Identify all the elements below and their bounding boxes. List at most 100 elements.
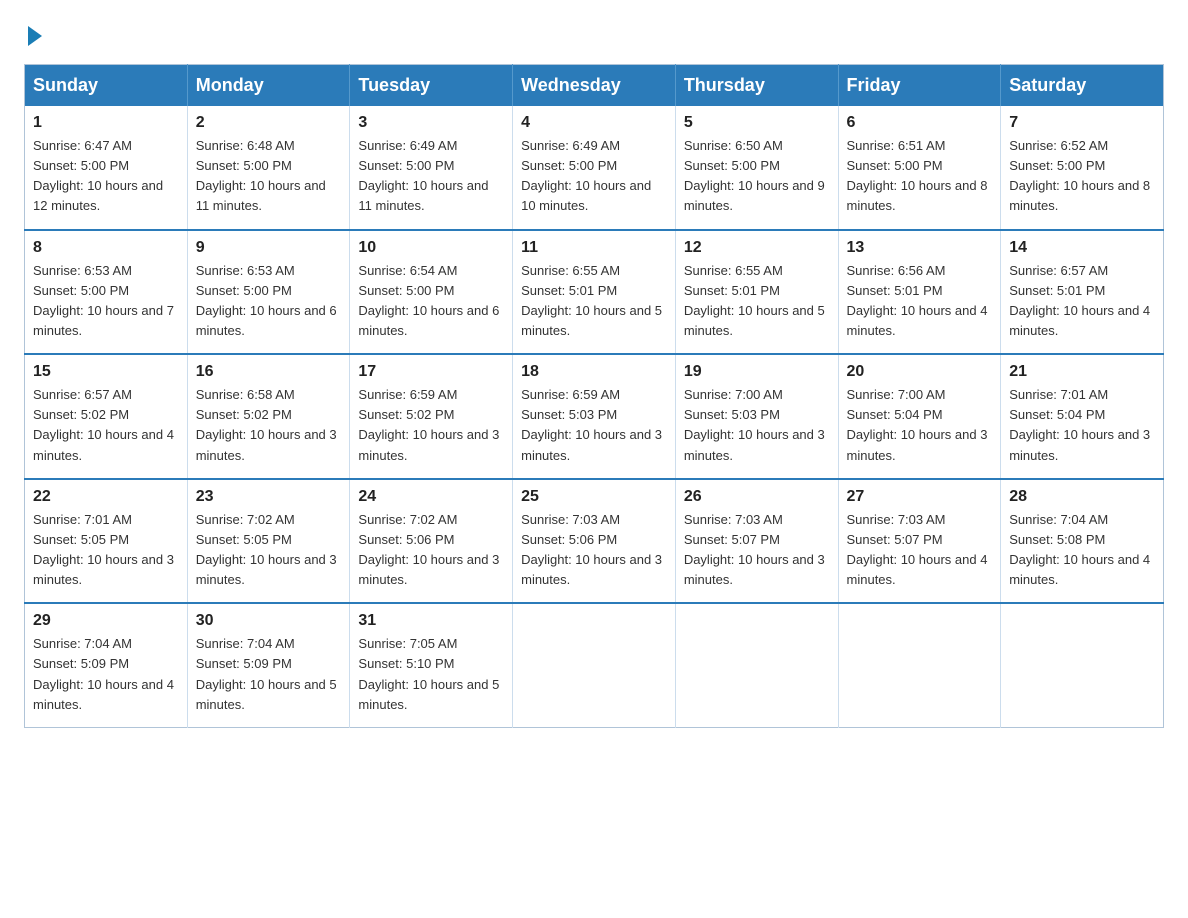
day-info: Sunrise: 7:03 AMSunset: 5:07 PMDaylight:…: [684, 510, 830, 591]
day-number: 10: [358, 239, 504, 257]
calendar-day-cell: 4 Sunrise: 6:49 AMSunset: 5:00 PMDayligh…: [513, 106, 676, 230]
day-number: 13: [847, 239, 993, 257]
calendar-day-cell: 18 Sunrise: 6:59 AMSunset: 5:03 PMDaylig…: [513, 354, 676, 479]
calendar-day-cell: [1001, 603, 1164, 727]
day-number: 25: [521, 488, 667, 506]
day-number: 22: [33, 488, 179, 506]
day-number: 26: [684, 488, 830, 506]
day-info: Sunrise: 6:55 AMSunset: 5:01 PMDaylight:…: [521, 261, 667, 342]
day-info: Sunrise: 6:55 AMSunset: 5:01 PMDaylight:…: [684, 261, 830, 342]
calendar-day-cell: 30 Sunrise: 7:04 AMSunset: 5:09 PMDaylig…: [187, 603, 350, 727]
day-info: Sunrise: 6:52 AMSunset: 5:00 PMDaylight:…: [1009, 136, 1155, 217]
day-info: Sunrise: 7:02 AMSunset: 5:05 PMDaylight:…: [196, 510, 342, 591]
day-info: Sunrise: 7:01 AMSunset: 5:05 PMDaylight:…: [33, 510, 179, 591]
day-info: Sunrise: 7:00 AMSunset: 5:03 PMDaylight:…: [684, 385, 830, 466]
day-info: Sunrise: 7:05 AMSunset: 5:10 PMDaylight:…: [358, 634, 504, 715]
calendar-header-row: SundayMondayTuesdayWednesdayThursdayFrid…: [25, 65, 1164, 107]
calendar-day-cell: [675, 603, 838, 727]
calendar-day-cell: [838, 603, 1001, 727]
calendar-day-cell: 25 Sunrise: 7:03 AMSunset: 5:06 PMDaylig…: [513, 479, 676, 604]
calendar-week-row: 1 Sunrise: 6:47 AMSunset: 5:00 PMDayligh…: [25, 106, 1164, 230]
day-info: Sunrise: 6:51 AMSunset: 5:00 PMDaylight:…: [847, 136, 993, 217]
day-number: 4: [521, 114, 667, 132]
day-number: 17: [358, 363, 504, 381]
calendar-day-cell: 22 Sunrise: 7:01 AMSunset: 5:05 PMDaylig…: [25, 479, 188, 604]
calendar-day-cell: 12 Sunrise: 6:55 AMSunset: 5:01 PMDaylig…: [675, 230, 838, 355]
calendar-day-cell: 31 Sunrise: 7:05 AMSunset: 5:10 PMDaylig…: [350, 603, 513, 727]
day-number: 29: [33, 612, 179, 630]
calendar-day-cell: 19 Sunrise: 7:00 AMSunset: 5:03 PMDaylig…: [675, 354, 838, 479]
day-info: Sunrise: 7:03 AMSunset: 5:06 PMDaylight:…: [521, 510, 667, 591]
day-info: Sunrise: 6:57 AMSunset: 5:02 PMDaylight:…: [33, 385, 179, 466]
day-number: 1: [33, 114, 179, 132]
calendar-day-cell: 9 Sunrise: 6:53 AMSunset: 5:00 PMDayligh…: [187, 230, 350, 355]
page-header: [24, 24, 1164, 44]
day-info: Sunrise: 6:53 AMSunset: 5:00 PMDaylight:…: [196, 261, 342, 342]
day-number: 3: [358, 114, 504, 132]
calendar-day-cell: 17 Sunrise: 6:59 AMSunset: 5:02 PMDaylig…: [350, 354, 513, 479]
calendar-day-cell: 27 Sunrise: 7:03 AMSunset: 5:07 PMDaylig…: [838, 479, 1001, 604]
calendar-day-cell: 1 Sunrise: 6:47 AMSunset: 5:00 PMDayligh…: [25, 106, 188, 230]
calendar-day-cell: 11 Sunrise: 6:55 AMSunset: 5:01 PMDaylig…: [513, 230, 676, 355]
day-info: Sunrise: 6:48 AMSunset: 5:00 PMDaylight:…: [196, 136, 342, 217]
weekday-header-monday: Monday: [187, 65, 350, 107]
logo: [24, 24, 42, 44]
calendar-week-row: 8 Sunrise: 6:53 AMSunset: 5:00 PMDayligh…: [25, 230, 1164, 355]
day-number: 23: [196, 488, 342, 506]
calendar-day-cell: 14 Sunrise: 6:57 AMSunset: 5:01 PMDaylig…: [1001, 230, 1164, 355]
calendar-day-cell: 2 Sunrise: 6:48 AMSunset: 5:00 PMDayligh…: [187, 106, 350, 230]
day-number: 6: [847, 114, 993, 132]
day-number: 14: [1009, 239, 1155, 257]
day-number: 11: [521, 239, 667, 257]
weekday-header-tuesday: Tuesday: [350, 65, 513, 107]
weekday-header-wednesday: Wednesday: [513, 65, 676, 107]
day-info: Sunrise: 7:00 AMSunset: 5:04 PMDaylight:…: [847, 385, 993, 466]
calendar-day-cell: 7 Sunrise: 6:52 AMSunset: 5:00 PMDayligh…: [1001, 106, 1164, 230]
day-info: Sunrise: 6:56 AMSunset: 5:01 PMDaylight:…: [847, 261, 993, 342]
day-info: Sunrise: 7:04 AMSunset: 5:09 PMDaylight:…: [33, 634, 179, 715]
day-info: Sunrise: 6:47 AMSunset: 5:00 PMDaylight:…: [33, 136, 179, 217]
calendar-day-cell: 28 Sunrise: 7:04 AMSunset: 5:08 PMDaylig…: [1001, 479, 1164, 604]
calendar-day-cell: 6 Sunrise: 6:51 AMSunset: 5:00 PMDayligh…: [838, 106, 1001, 230]
day-info: Sunrise: 7:04 AMSunset: 5:08 PMDaylight:…: [1009, 510, 1155, 591]
day-info: Sunrise: 6:49 AMSunset: 5:00 PMDaylight:…: [358, 136, 504, 217]
calendar-day-cell: 21 Sunrise: 7:01 AMSunset: 5:04 PMDaylig…: [1001, 354, 1164, 479]
calendar-day-cell: 8 Sunrise: 6:53 AMSunset: 5:00 PMDayligh…: [25, 230, 188, 355]
day-number: 5: [684, 114, 830, 132]
calendar-day-cell: 15 Sunrise: 6:57 AMSunset: 5:02 PMDaylig…: [25, 354, 188, 479]
day-info: Sunrise: 6:54 AMSunset: 5:00 PMDaylight:…: [358, 261, 504, 342]
calendar-week-row: 29 Sunrise: 7:04 AMSunset: 5:09 PMDaylig…: [25, 603, 1164, 727]
calendar-day-cell: 3 Sunrise: 6:49 AMSunset: 5:00 PMDayligh…: [350, 106, 513, 230]
day-info: Sunrise: 6:59 AMSunset: 5:03 PMDaylight:…: [521, 385, 667, 466]
day-number: 24: [358, 488, 504, 506]
calendar-day-cell: 26 Sunrise: 7:03 AMSunset: 5:07 PMDaylig…: [675, 479, 838, 604]
day-info: Sunrise: 6:49 AMSunset: 5:00 PMDaylight:…: [521, 136, 667, 217]
calendar-day-cell: 23 Sunrise: 7:02 AMSunset: 5:05 PMDaylig…: [187, 479, 350, 604]
calendar-week-row: 15 Sunrise: 6:57 AMSunset: 5:02 PMDaylig…: [25, 354, 1164, 479]
day-number: 16: [196, 363, 342, 381]
calendar-table: SundayMondayTuesdayWednesdayThursdayFrid…: [24, 64, 1164, 728]
calendar-day-cell: 16 Sunrise: 6:58 AMSunset: 5:02 PMDaylig…: [187, 354, 350, 479]
weekday-header-sunday: Sunday: [25, 65, 188, 107]
calendar-week-row: 22 Sunrise: 7:01 AMSunset: 5:05 PMDaylig…: [25, 479, 1164, 604]
day-number: 2: [196, 114, 342, 132]
day-info: Sunrise: 7:01 AMSunset: 5:04 PMDaylight:…: [1009, 385, 1155, 466]
day-number: 8: [33, 239, 179, 257]
weekday-header-friday: Friday: [838, 65, 1001, 107]
day-info: Sunrise: 6:58 AMSunset: 5:02 PMDaylight:…: [196, 385, 342, 466]
calendar-day-cell: 10 Sunrise: 6:54 AMSunset: 5:00 PMDaylig…: [350, 230, 513, 355]
weekday-header-thursday: Thursday: [675, 65, 838, 107]
day-number: 21: [1009, 363, 1155, 381]
day-number: 12: [684, 239, 830, 257]
day-number: 30: [196, 612, 342, 630]
day-number: 31: [358, 612, 504, 630]
day-info: Sunrise: 7:03 AMSunset: 5:07 PMDaylight:…: [847, 510, 993, 591]
day-info: Sunrise: 7:02 AMSunset: 5:06 PMDaylight:…: [358, 510, 504, 591]
day-number: 27: [847, 488, 993, 506]
calendar-day-cell: 13 Sunrise: 6:56 AMSunset: 5:01 PMDaylig…: [838, 230, 1001, 355]
day-info: Sunrise: 6:59 AMSunset: 5:02 PMDaylight:…: [358, 385, 504, 466]
weekday-header-saturday: Saturday: [1001, 65, 1164, 107]
day-number: 9: [196, 239, 342, 257]
day-info: Sunrise: 6:53 AMSunset: 5:00 PMDaylight:…: [33, 261, 179, 342]
calendar-day-cell: 20 Sunrise: 7:00 AMSunset: 5:04 PMDaylig…: [838, 354, 1001, 479]
